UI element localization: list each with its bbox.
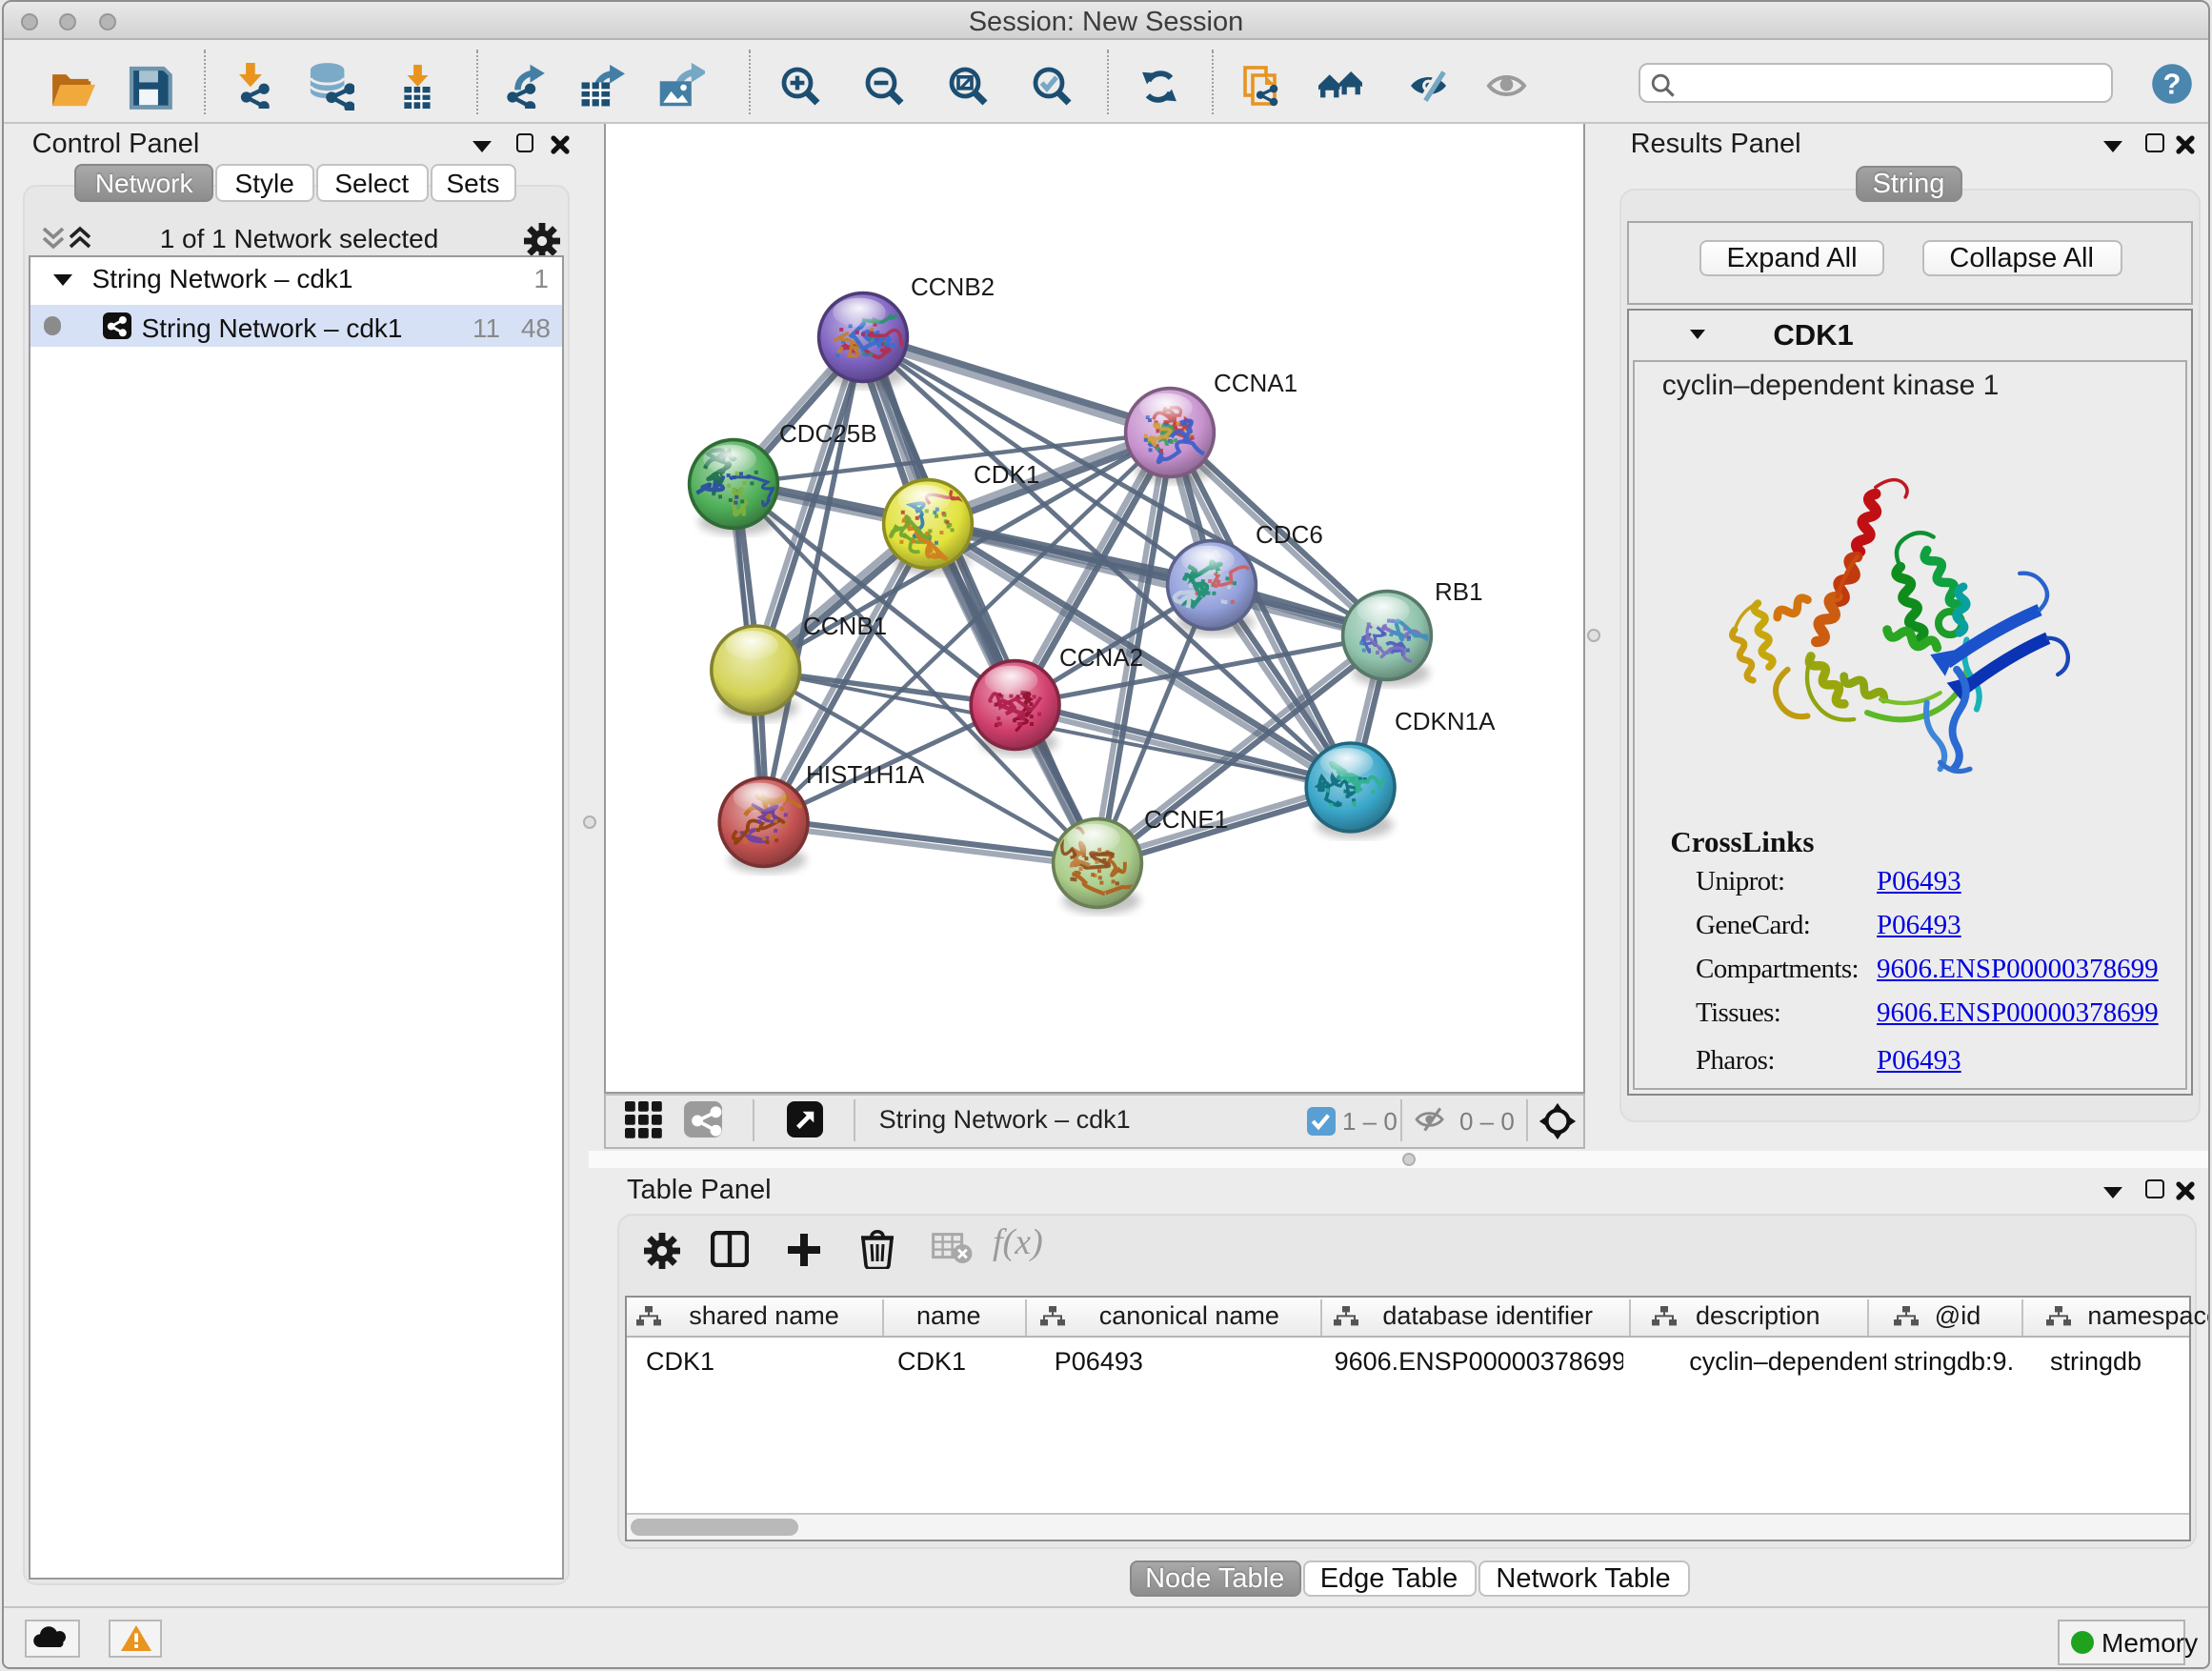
svg-text:CCNA2: CCNA2: [1058, 643, 1142, 672]
svg-text:RB1: RB1: [1434, 577, 1482, 606]
svg-text:HIST1H1A: HIST1H1A: [805, 760, 924, 789]
svg-text:CCNA1: CCNA1: [1213, 369, 1297, 397]
svg-text:CDK1: CDK1: [973, 460, 1038, 489]
svg-text:CDKN1A: CDKN1A: [1394, 707, 1495, 735]
svg-text:CCNB1: CCNB1: [802, 612, 886, 640]
svg-text:CDC6: CDC6: [1255, 520, 1322, 549]
svg-text:CCNE1: CCNE1: [1143, 805, 1227, 834]
svg-text:CCNB2: CCNB2: [910, 272, 994, 301]
svg-text:?: ?: [2163, 66, 2182, 99]
svg-text:CDC25B: CDC25B: [778, 419, 876, 448]
